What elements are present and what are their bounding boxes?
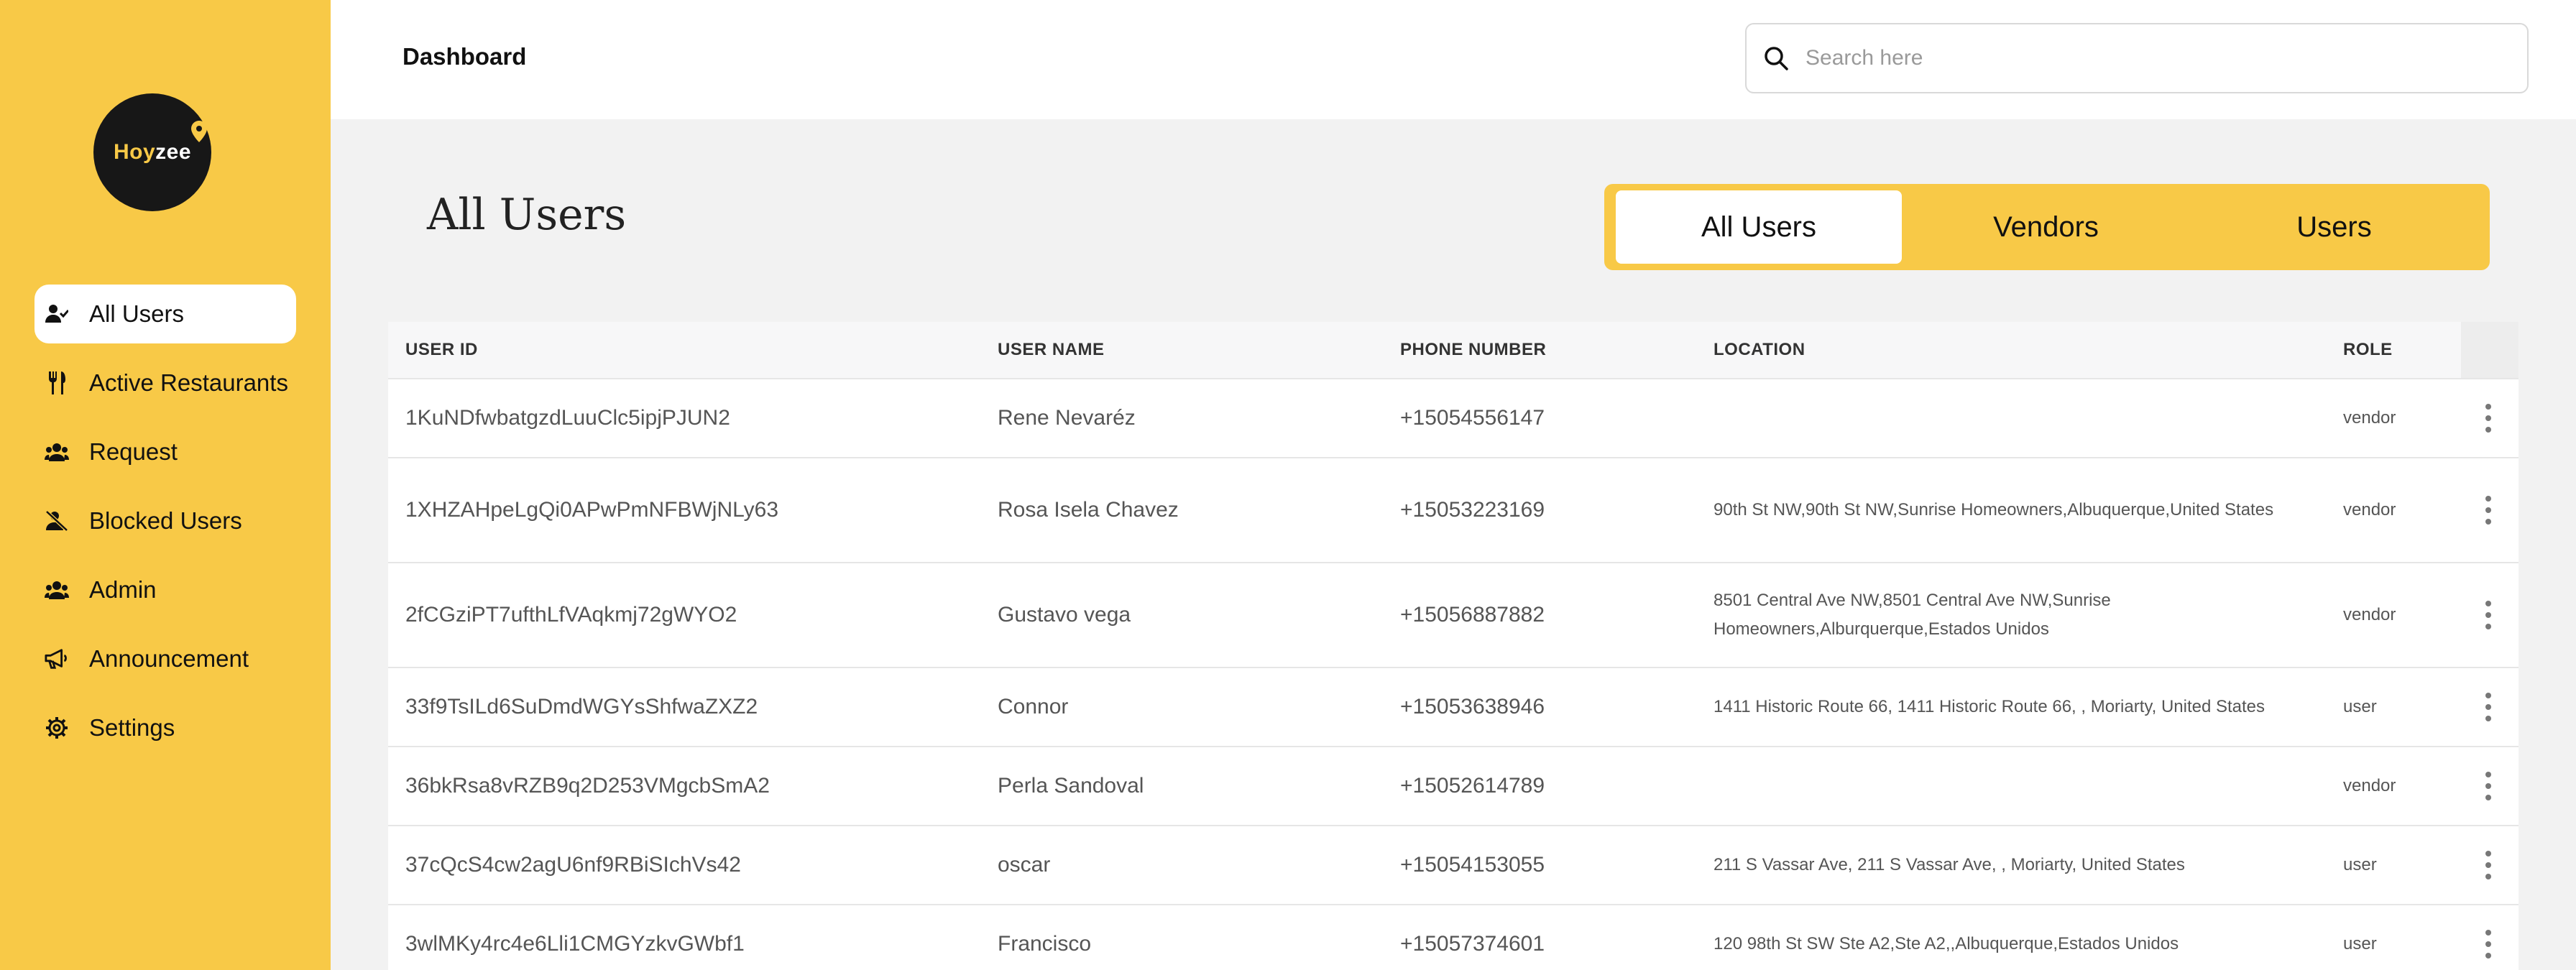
phone-cell: +15053223169	[1400, 498, 1545, 522]
table-row[interactable]: 36bkRsa8vRZB9q2D253VMgcbSmA2 Perla Sando…	[388, 747, 2518, 826]
sidebar-item-label: Announcement	[89, 645, 249, 672]
more-vertical-icon[interactable]	[2478, 399, 2498, 437]
tab-vendors[interactable]: Vendors	[1902, 190, 2190, 264]
role-cell: vendor	[2343, 500, 2396, 519]
page-title: All Users	[427, 190, 627, 240]
user-id-cell: 2fCGziPT7ufthLfVAqkmj72gWYO2	[405, 603, 737, 627]
user-name-cell: Connor	[998, 695, 1069, 719]
column-header-location[interactable]: LOCATION	[1714, 340, 2317, 360]
sidebar-item-request[interactable]: Request	[34, 422, 296, 481]
location-cell: 120 98th St SW Ste A2,Ste A2,,Albuquerqu…	[1714, 934, 2179, 953]
user-id-cell: 37cQcS4cw2agU6nf9RBiSIchVs42	[405, 853, 741, 877]
more-vertical-icon[interactable]	[2478, 767, 2498, 805]
users-group-icon	[45, 578, 69, 602]
user-name-cell: Gustavo vega	[998, 603, 1131, 627]
column-header-role[interactable]: ROLE	[2343, 340, 2393, 360]
sidebar: Hoyzee All Users Active Restaurants Requ…	[0, 0, 331, 970]
role-cell: user	[2343, 697, 2377, 716]
location-pin-icon	[191, 121, 207, 142]
sidebar-item-all-users[interactable]: All Users	[34, 285, 296, 343]
table-header: USER ID USER NAME PHONE NUMBER LOCATION …	[388, 322, 2518, 379]
user-name-cell: Perla Sandoval	[998, 774, 1144, 798]
column-header-user-name[interactable]: USER NAME	[998, 340, 1105, 360]
role-cell: user	[2343, 934, 2377, 953]
header-menu-cell	[2461, 322, 2518, 378]
header-title: Dashboard	[402, 43, 527, 70]
sidebar-item-label: All Users	[89, 300, 185, 327]
user-name-cell: oscar	[998, 853, 1051, 877]
tab-all-users[interactable]: All Users	[1616, 190, 1902, 264]
more-vertical-icon[interactable]	[2478, 491, 2498, 529]
more-vertical-icon[interactable]	[2478, 925, 2498, 963]
user-name-cell: Rosa Isela Chavez	[998, 498, 1179, 522]
table-row[interactable]: 2fCGziPT7ufthLfVAqkmj72gWYO2 Gustavo veg…	[388, 563, 2518, 668]
sidebar-item-label: Active Restaurants	[89, 369, 288, 396]
user-id-cell: 1XHZAHpeLgQi0APwPmNFBWjNLy63	[405, 498, 779, 522]
row-actions	[2458, 596, 2518, 634]
table-row[interactable]: 37cQcS4cw2agU6nf9RBiSIchVs42 oscar +1505…	[388, 826, 2518, 905]
row-actions	[2458, 688, 2518, 726]
role-cell: vendor	[2343, 776, 2396, 795]
row-actions	[2458, 846, 2518, 884]
sidebar-item-label: Admin	[89, 576, 157, 603]
user-type-tabs: All Users Vendors Users	[1604, 184, 2490, 270]
row-actions	[2458, 925, 2518, 963]
more-vertical-icon[interactable]	[2478, 846, 2498, 884]
search-icon	[1765, 47, 1788, 70]
logo-text: Hoyzee	[113, 140, 192, 164]
location-cell: 1411 Historic Route 66, 1411 Historic Ro…	[1714, 697, 2266, 716]
sidebar-item-label: Settings	[89, 714, 175, 741]
table-row[interactable]: 1XHZAHpeLgQi0APwPmNFBWjNLy63 Rosa Isela …	[388, 458, 2518, 563]
column-header-user-id[interactable]: USER ID	[405, 340, 478, 360]
phone-cell: +15052614789	[1400, 774, 1545, 798]
sidebar-item-label: Blocked Users	[89, 507, 242, 534]
row-actions	[2458, 399, 2518, 437]
column-header-phone-number[interactable]: PHONE NUMBER	[1400, 340, 1546, 360]
users-table: USER ID USER NAME PHONE NUMBER LOCATION …	[388, 322, 2518, 970]
row-actions	[2458, 491, 2518, 529]
gear-icon	[45, 716, 69, 740]
location-cell: 211 S Vassar Ave, 211 S Vassar Ave, , Mo…	[1714, 855, 2185, 874]
sidebar-nav: All Users Active Restaurants Request Blo…	[34, 285, 296, 767]
search-input[interactable]	[1804, 45, 2454, 71]
phone-cell: +15053638946	[1400, 695, 1545, 719]
sidebar-item-active-restaurants[interactable]: Active Restaurants	[34, 354, 296, 412]
table-row[interactable]: 33f9TsILd6SuDmdWGYsShfwaZXZ2 Connor +150…	[388, 668, 2518, 747]
role-cell: vendor	[2343, 605, 2396, 624]
user-block-icon	[45, 509, 69, 533]
user-name-cell: Francisco	[998, 932, 1092, 956]
phone-cell: +15056887882	[1400, 603, 1545, 627]
location-cell: 8501 Central Ave NW,8501 Central Ave NW,…	[1714, 591, 2111, 639]
brand-logo[interactable]: Hoyzee	[93, 93, 211, 211]
sidebar-item-settings[interactable]: Settings	[34, 698, 296, 757]
phone-cell: +15054556147	[1400, 406, 1545, 430]
more-vertical-icon[interactable]	[2478, 688, 2498, 726]
sidebar-item-blocked-users[interactable]: Blocked Users	[34, 491, 296, 550]
table-row[interactable]: 3wlMKy4rc4e6Lli1CMGYzkvGWbf1 Francisco +…	[388, 905, 2518, 970]
sidebar-item-admin[interactable]: Admin	[34, 560, 296, 619]
user-id-cell: 3wlMKy4rc4e6Lli1CMGYzkvGWbf1	[405, 932, 745, 956]
role-cell: vendor	[2343, 408, 2396, 428]
sidebar-item-label: Request	[89, 438, 178, 465]
megaphone-icon	[45, 647, 69, 671]
row-actions	[2458, 767, 2518, 805]
phone-cell: +15057374601	[1400, 932, 1545, 956]
table-row[interactable]: 1KuNDfwbatgzdLuuClc5ipjPJUN2 Rene Nevaré…	[388, 379, 2518, 458]
more-vertical-icon[interactable]	[2478, 596, 2498, 634]
user-name-cell: Rene Nevaréz	[998, 406, 1136, 430]
tab-users[interactable]: Users	[2190, 190, 2478, 264]
users-group-icon	[45, 440, 69, 464]
user-check-icon	[45, 302, 69, 326]
location-cell: 90th St NW,90th St NW,Sunrise Homeowners…	[1714, 500, 2274, 519]
phone-cell: +15054153055	[1400, 853, 1545, 877]
search-box[interactable]	[1745, 23, 2529, 93]
user-id-cell: 36bkRsa8vRZB9q2D253VMgcbSmA2	[405, 774, 770, 798]
utensils-icon	[45, 371, 69, 395]
user-id-cell: 33f9TsILd6SuDmdWGYsShfwaZXZ2	[405, 695, 758, 719]
user-id-cell: 1KuNDfwbatgzdLuuClc5ipjPJUN2	[405, 406, 730, 430]
sidebar-item-announcement[interactable]: Announcement	[34, 629, 296, 688]
role-cell: user	[2343, 855, 2377, 874]
